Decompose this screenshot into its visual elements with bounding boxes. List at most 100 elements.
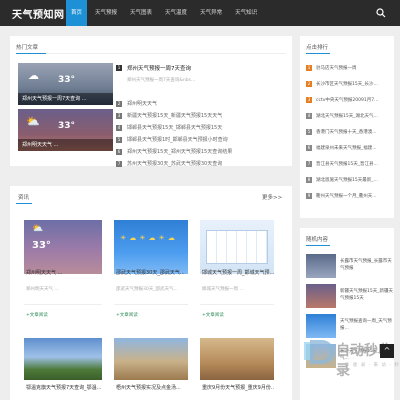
ranking-item-text[interactable]: 香港门天气预报十天_香港澳... [316,129,377,135]
watermark-subtext: · 秒 收 录 · 来 访 · 秒 收 · [340,363,400,374]
random-title: 随机内容 [306,237,329,243]
hot-title-underline [16,53,46,54]
ranking-item-1[interactable]: 1 驻马店天气预报一周 [306,62,394,74]
rank-badge: 6 [306,145,312,151]
news-title: 资讯 [18,195,30,201]
news-card-5-title[interactable]: 梧州天气预报实况及点金汤... [116,384,188,391]
card-divider [200,304,274,305]
nav-charts[interactable]: 天气图表 [125,0,157,26]
nav-anomaly[interactable]: 天气异常 [195,0,227,26]
nav-forecast[interactable]: 天气预报 [90,0,122,26]
news-card-3-read-link[interactable]: +文章阅读 [202,312,224,318]
random-thumb [306,314,336,338]
random-item-text[interactable]: 新疆天气预报15天_新疆天气预报15天 [340,288,394,302]
hot-item-4[interactable]: 4 邯郸县天气预报15天_邯郸县天气预报15天 [116,122,286,134]
news-card-6-title[interactable]: 重庆9月份天气预报_重庆9月份... [202,384,274,391]
ranking-item-text[interactable]: 长沙市区天气预报15天_长沙... [316,81,378,87]
news-card-3-thumb[interactable] [200,220,274,274]
ranking-item-9[interactable]: 9 衢州天气预报一个月_衢州天... [306,190,394,202]
random-thumb [306,284,336,308]
ranking-item-8[interactable]: 8 湖北恩施天气预报15天最新_... [306,174,394,186]
hot-item-title[interactable]: 郑州明天天气 [127,98,157,110]
news-card-2-title[interactable]: 邵武天气预报30天_邵武天气... [116,269,188,276]
news-more-link[interactable]: 更多>> [262,193,282,201]
news-card-3-title[interactable]: 邯城天气预报一周_邯城天气预... [202,269,274,276]
news-card-1-read-link[interactable]: +文章阅读 [26,312,48,318]
rank-number: 6 [116,149,122,155]
news-card-2-desc: 邵武天气预报30天_邵武天气... [116,287,178,292]
hot-item-title[interactable]: 郑州天气预报一周7天查询 [127,64,191,72]
panel-divider [46,53,286,54]
site-logo[interactable]: 天气预知网 [12,6,65,21]
hot-item-3[interactable]: 3 新疆天气预报15天_新疆天气预报15天天气 [116,110,286,122]
hot-item-title[interactable]: 邯郸县天气预报1时_邯郸县天气预报小时查询 [127,134,228,146]
ranking-item-text[interactable]: 衢州天气预报一个月_衢州天... [316,193,377,199]
hot-articles-title: 热门文章 [16,45,39,51]
hot-item-2[interactable]: 2 郑州明天天气 [116,98,286,110]
ranking-panel: 点击排行 1 驻马店天气预报一周 2 长沙市区天气预报15天_长沙... 3 cctv… [300,36,394,218]
news-card-5-thumb[interactable] [114,338,188,380]
ranking-title-underline [306,53,330,54]
rank-badge: 1 [306,65,312,71]
ranking-item-7[interactable]: 7 晋江县天气预报15天_晋江县... [306,158,394,170]
rank-number: 4 [116,125,122,131]
featured-caption-2: 郑州明天天气 ... [18,139,113,151]
random-title-underline [306,245,330,246]
news-card-1-desc: 郑州明天天气 ... [26,287,59,292]
random-item-2[interactable]: 新疆天气预报15天_新疆天气预报15天 [306,284,394,310]
ranking-item-text[interactable]: cctv中央天气预报20091月7... [316,97,378,103]
hot-item-7[interactable]: 7 苏州天气预报30天_苏武天气预报30天查询 [116,158,286,170]
card-divider [114,304,188,305]
hot-item-1[interactable]: 1 郑州天气预报一周7天查询 郑州天气预报一周7天查询&nbs... [116,63,286,83]
rank-badge: 9 [306,193,312,199]
rank-number: 1 [116,65,122,71]
ranking-item-text[interactable]: 湖北恩施天气预报15天最新_... [316,177,378,183]
top-nav-bar: 天气预知网 首页 天气预报 天气图表 天气温度 天气异常 天气知识 [0,0,400,26]
nav-temperature[interactable]: 天气温度 [160,0,192,26]
back-to-top-button[interactable]: ^ [380,344,394,358]
random-thumb [306,254,336,278]
ranking-item-2[interactable]: 2 长沙市区天气预报15天_长沙... [306,78,394,90]
featured-thumb-2[interactable]: ⛅ 33° 郑州明天天气 ... [18,109,113,151]
hot-item-5[interactable]: 5 邯郸县天气预报1时_邯郸县天气预报小时查询 [116,134,286,146]
hot-item-title[interactable]: 新疆天气预报15天_新疆天气预报15天天气 [127,110,222,122]
hot-item-title[interactable]: 郑州天气预报15天_郑州天气预报15天查询结果 [127,146,232,158]
ranking-item-text[interactable]: 晋江县天气预报15天_晋江县... [316,161,378,167]
news-card-4-thumb[interactable] [24,338,102,380]
hot-item-title[interactable]: 苏州天气预报30天_苏武天气预报30天查询 [127,158,222,170]
rank-number: 7 [116,161,122,167]
hot-item-title[interactable]: 邯郸县天气预报15天_邯郸县天气预报15天 [127,122,222,134]
news-card-1-thumb[interactable]: ⛅ 33° [24,220,102,274]
nav-knowledge[interactable]: 天气知识 [230,0,262,26]
nav-home[interactable]: 首页 [66,0,88,26]
news-card-1-title[interactable]: 郑州明天天气 ... [26,269,102,276]
rank-badge: 2 [306,81,312,87]
news-card-6-thumb[interactable] [200,338,274,380]
hot-item-desc: 郑州天气预报一周7天查询&nbs... [127,78,196,83]
card-divider [24,304,102,305]
ranking-item-4[interactable]: 4 湖北天气预报15天_湖北天气... [306,110,394,122]
news-card-4-title[interactable]: 鄂温克旗天气预报7天查询_鄂温... [26,384,102,391]
ranking-item-3[interactable]: 3 cctv中央天气预报20091月7... [306,94,394,106]
random-item-1[interactable]: 长露市天气预报_长露市天气预报 [306,254,394,280]
rank-badge: 7 [306,161,312,167]
search-icon[interactable] [376,8,386,18]
hot-item-6[interactable]: 6 郑州天气预报15天_郑州天气预报15天查询结果 [116,146,286,158]
ranking-item-6[interactable]: 6 福建泉州未来天气预报_福建... [306,142,394,154]
random-item-text[interactable]: 长露市天气预报_长露市天气预报 [340,258,394,272]
card-temp: 33° [32,240,51,251]
featured-thumb-1[interactable]: ☁ 33° 郑州天气预报一周7天查询 ... [18,63,113,105]
news-card-2-thumb[interactable]: ☀☁☀☁☀☁ [114,220,188,274]
news-card-2-read-link[interactable]: +文章阅读 [116,312,138,318]
random-item-text[interactable]: 天气预报查询一周_天气预报... [340,318,394,332]
ranking-item-5[interactable]: 5 香港门天气预报十天_香港澳... [306,126,394,138]
ranking-item-text[interactable]: 湖北天气预报15天_湖北天气... [316,113,378,119]
weather-icon-grid: ☀☁☀☁☀☁ [120,234,178,242]
news-title-underline [16,203,32,204]
ranking-item-text[interactable]: 福建泉州未来天气预报_福建... [316,145,377,151]
featured-temp: 33° [58,75,76,85]
rank-number: 3 [116,113,122,119]
rank-badge: 8 [306,177,312,183]
ranking-item-text[interactable]: 驻马店天气预报一周 [316,65,357,71]
cloud-icon: ⛅ [32,224,44,234]
